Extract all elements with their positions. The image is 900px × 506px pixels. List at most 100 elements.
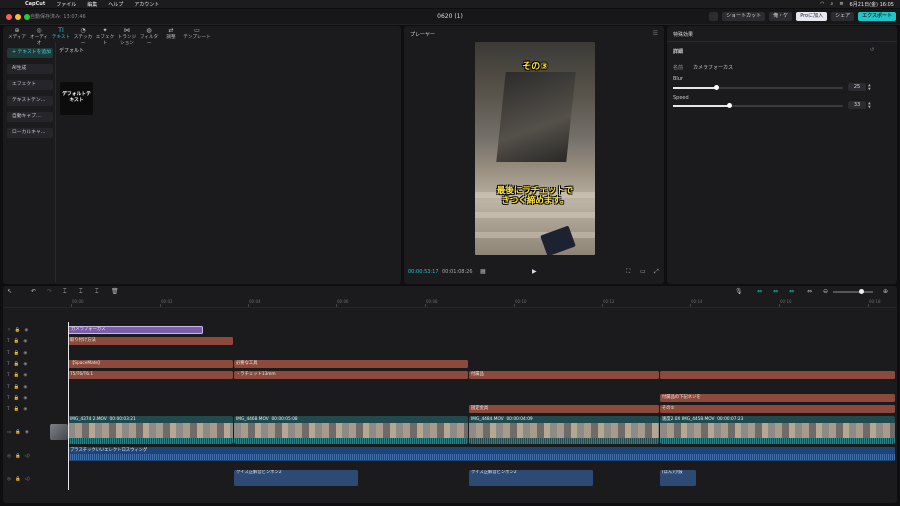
- reset-icon[interactable]: ↺: [870, 47, 874, 53]
- menu-app-name[interactable]: CapCut: [25, 1, 45, 7]
- default-text-card[interactable]: デフォルトテキスト: [60, 82, 93, 115]
- lock-icon[interactable]: 🔒: [14, 407, 20, 412]
- sidebar-item-effects[interactable]: エフェクト: [7, 80, 53, 90]
- tool-adjust[interactable]: ⇄ 調整: [160, 26, 182, 41]
- speed-slider-knob[interactable]: [727, 103, 732, 108]
- play-button[interactable]: ▶: [532, 268, 537, 275]
- text-clip[interactable]: 付属品の下記ネジを: [660, 394, 895, 402]
- wifi-icon[interactable]: ◠: [820, 1, 824, 7]
- detail-section-label[interactable]: 詳細: [673, 48, 683, 55]
- fullscreen-icon[interactable]: ⤢: [654, 268, 659, 276]
- tool-media[interactable]: ⊕ メディア: [6, 26, 28, 41]
- eye-icon[interactable]: ◉: [23, 362, 27, 367]
- export-button[interactable]: エクスポート: [858, 12, 896, 21]
- split-right-icon[interactable]: ⌶: [95, 288, 99, 296]
- lock-icon[interactable]: 🔒: [14, 339, 20, 344]
- text-clip[interactable]: その①: [660, 405, 895, 413]
- menu-file[interactable]: ファイル: [56, 1, 76, 8]
- split-left-icon[interactable]: ⌶: [79, 288, 83, 296]
- sidebar-item-local-captions[interactable]: ローカルキャ…: [7, 128, 53, 138]
- eye-icon[interactable]: ◉: [23, 385, 27, 390]
- sidebar-item-ai-generate[interactable]: AI生成: [7, 64, 53, 74]
- blur-value-input[interactable]: 25: [848, 83, 866, 91]
- effect-clip[interactable]: カメラフォーカス: [68, 326, 203, 334]
- eye-icon[interactable]: ◉: [23, 339, 27, 344]
- video-clip[interactable]: IMG_4468.MOV 00:00:05:08: [234, 416, 468, 444]
- text-clip[interactable]: 付属品: [469, 371, 659, 379]
- eye-icon[interactable]: ◉: [23, 373, 27, 378]
- control-center-icon[interactable]: ≡: [839, 1, 843, 7]
- select-tool-icon[interactable]: ↖: [7, 288, 12, 295]
- lock-icon[interactable]: 🔒: [15, 454, 21, 459]
- lock-icon[interactable]: 🔒: [14, 362, 20, 367]
- lock-icon[interactable]: 🔒: [14, 351, 20, 356]
- preview-axis-icon[interactable]: ⇔: [807, 288, 812, 295]
- menu-icon[interactable]: ☰: [653, 30, 658, 37]
- text-clip[interactable]: 必要な工具: [234, 360, 468, 368]
- lock-icon[interactable]: 🔒: [15, 477, 21, 482]
- zoom-out-icon[interactable]: ⊖: [823, 288, 828, 295]
- blur-stepper[interactable]: ▲ ▼: [868, 83, 873, 91]
- tool-audio[interactable]: ◎ オーディオ: [28, 26, 50, 46]
- tool-transition[interactable]: ⋈ トランジション: [116, 26, 138, 46]
- lock-icon[interactable]: 🔒: [14, 385, 20, 390]
- music-clip[interactable]: プラスチックいいエレクトロスウィング: [68, 447, 895, 461]
- caption-bottom[interactable]: 最後にラチェットで きつく締めます。: [475, 186, 595, 206]
- time-ruler[interactable]: 00:00 00:02 00:04 00:06 00:08 00:10 00:1…: [3, 298, 897, 308]
- delete-icon[interactable]: 🗑: [111, 288, 119, 295]
- timecode-grid-icon[interactable]: ▦: [480, 268, 486, 275]
- zoom-in-icon[interactable]: ⊕: [883, 288, 888, 295]
- text-clip[interactable]: ・ラチェット13mm: [234, 371, 468, 379]
- sfx-clip[interactable]: クイズ正解音ピンポン2: [234, 470, 358, 486]
- layout-icon[interactable]: [709, 12, 719, 21]
- video-preview[interactable]: その③ 最後にラチェットで きつく締めます。: [475, 42, 595, 255]
- sfx-clip[interactable]: (ぽん)小鼓: [660, 470, 696, 486]
- menu-edit[interactable]: 編集: [87, 1, 97, 8]
- video-clip[interactable]: IMG_4374 2.MOV 00:00:03:21: [68, 416, 233, 444]
- search-icon[interactable]: ⌕: [831, 1, 834, 7]
- redo-icon[interactable]: ↷: [47, 288, 52, 295]
- sidebar-item-add-text[interactable]: + テキストを追加: [7, 48, 53, 58]
- video-clip[interactable]: IMG_4484.MOV 00:00:04:09: [469, 416, 659, 444]
- share-button[interactable]: シェア: [831, 12, 855, 21]
- sidebar-item-auto-captions[interactable]: 自動キャプ…: [7, 112, 53, 122]
- split-icon[interactable]: ⌶: [63, 288, 67, 296]
- tool-text[interactable]: TI テキスト: [50, 26, 72, 41]
- lock-icon[interactable]: 🔒: [14, 373, 20, 378]
- cover-thumbnail[interactable]: [50, 424, 68, 440]
- tool-sticker[interactable]: ◔ ステッカー: [72, 26, 94, 46]
- tool-template[interactable]: ▭ テンプレート: [182, 26, 212, 41]
- eye-icon[interactable]: ◉: [24, 328, 28, 333]
- ratio-icon[interactable]: ▭: [640, 268, 646, 275]
- text-clip[interactable]: 取り付け方法: [68, 337, 233, 345]
- text-clip[interactable]: T5/T6/T6.1: [68, 371, 233, 379]
- magnet-icon[interactable]: ⇔: [773, 288, 778, 295]
- shortcut-button[interactable]: ショートカット: [722, 12, 766, 21]
- blur-slider-knob[interactable]: [714, 85, 719, 90]
- speed-stepper[interactable]: ▲ ▼: [868, 101, 873, 109]
- link-icon[interactable]: ⇔: [789, 288, 794, 295]
- undo-icon[interactable]: ↶: [31, 288, 36, 295]
- user-button[interactable]: 俺・ケ: [769, 12, 793, 21]
- tool-filter[interactable]: ◍ フィルター: [138, 26, 160, 46]
- menu-help[interactable]: ヘルプ: [108, 1, 123, 8]
- sfx-clip[interactable]: クイズ正解音ピンポン2: [469, 470, 593, 486]
- eye-icon[interactable]: ◉: [23, 351, 27, 356]
- zoom-slider[interactable]: [833, 289, 873, 294]
- pro-subscribe-button[interactable]: Proに加入: [796, 12, 828, 21]
- link-main-track-icon[interactable]: ⇔: [757, 288, 762, 295]
- zoom-slider-knob[interactable]: [859, 289, 864, 294]
- lock-icon[interactable]: 🔒: [15, 430, 21, 435]
- eye-icon[interactable]: ◉: [25, 430, 29, 435]
- caption-top[interactable]: その③: [475, 59, 595, 72]
- speed-slider[interactable]: [673, 103, 843, 108]
- menu-account[interactable]: アカウント: [134, 1, 159, 8]
- text-clip[interactable]: [660, 371, 895, 379]
- lock-icon[interactable]: 🔒: [14, 396, 20, 401]
- playhead[interactable]: [68, 322, 69, 490]
- sidebar-item-text-templates[interactable]: テキストテン…: [7, 96, 53, 106]
- crop-icon[interactable]: ⛶: [626, 268, 630, 276]
- menu-clock[interactable]: 6月21日(金) 16:05: [850, 1, 894, 8]
- video-clip[interactable]: 速度2.0X IMG_4458.MOV 00:00:07:23: [660, 416, 895, 444]
- lock-icon[interactable]: 🔒: [15, 328, 21, 333]
